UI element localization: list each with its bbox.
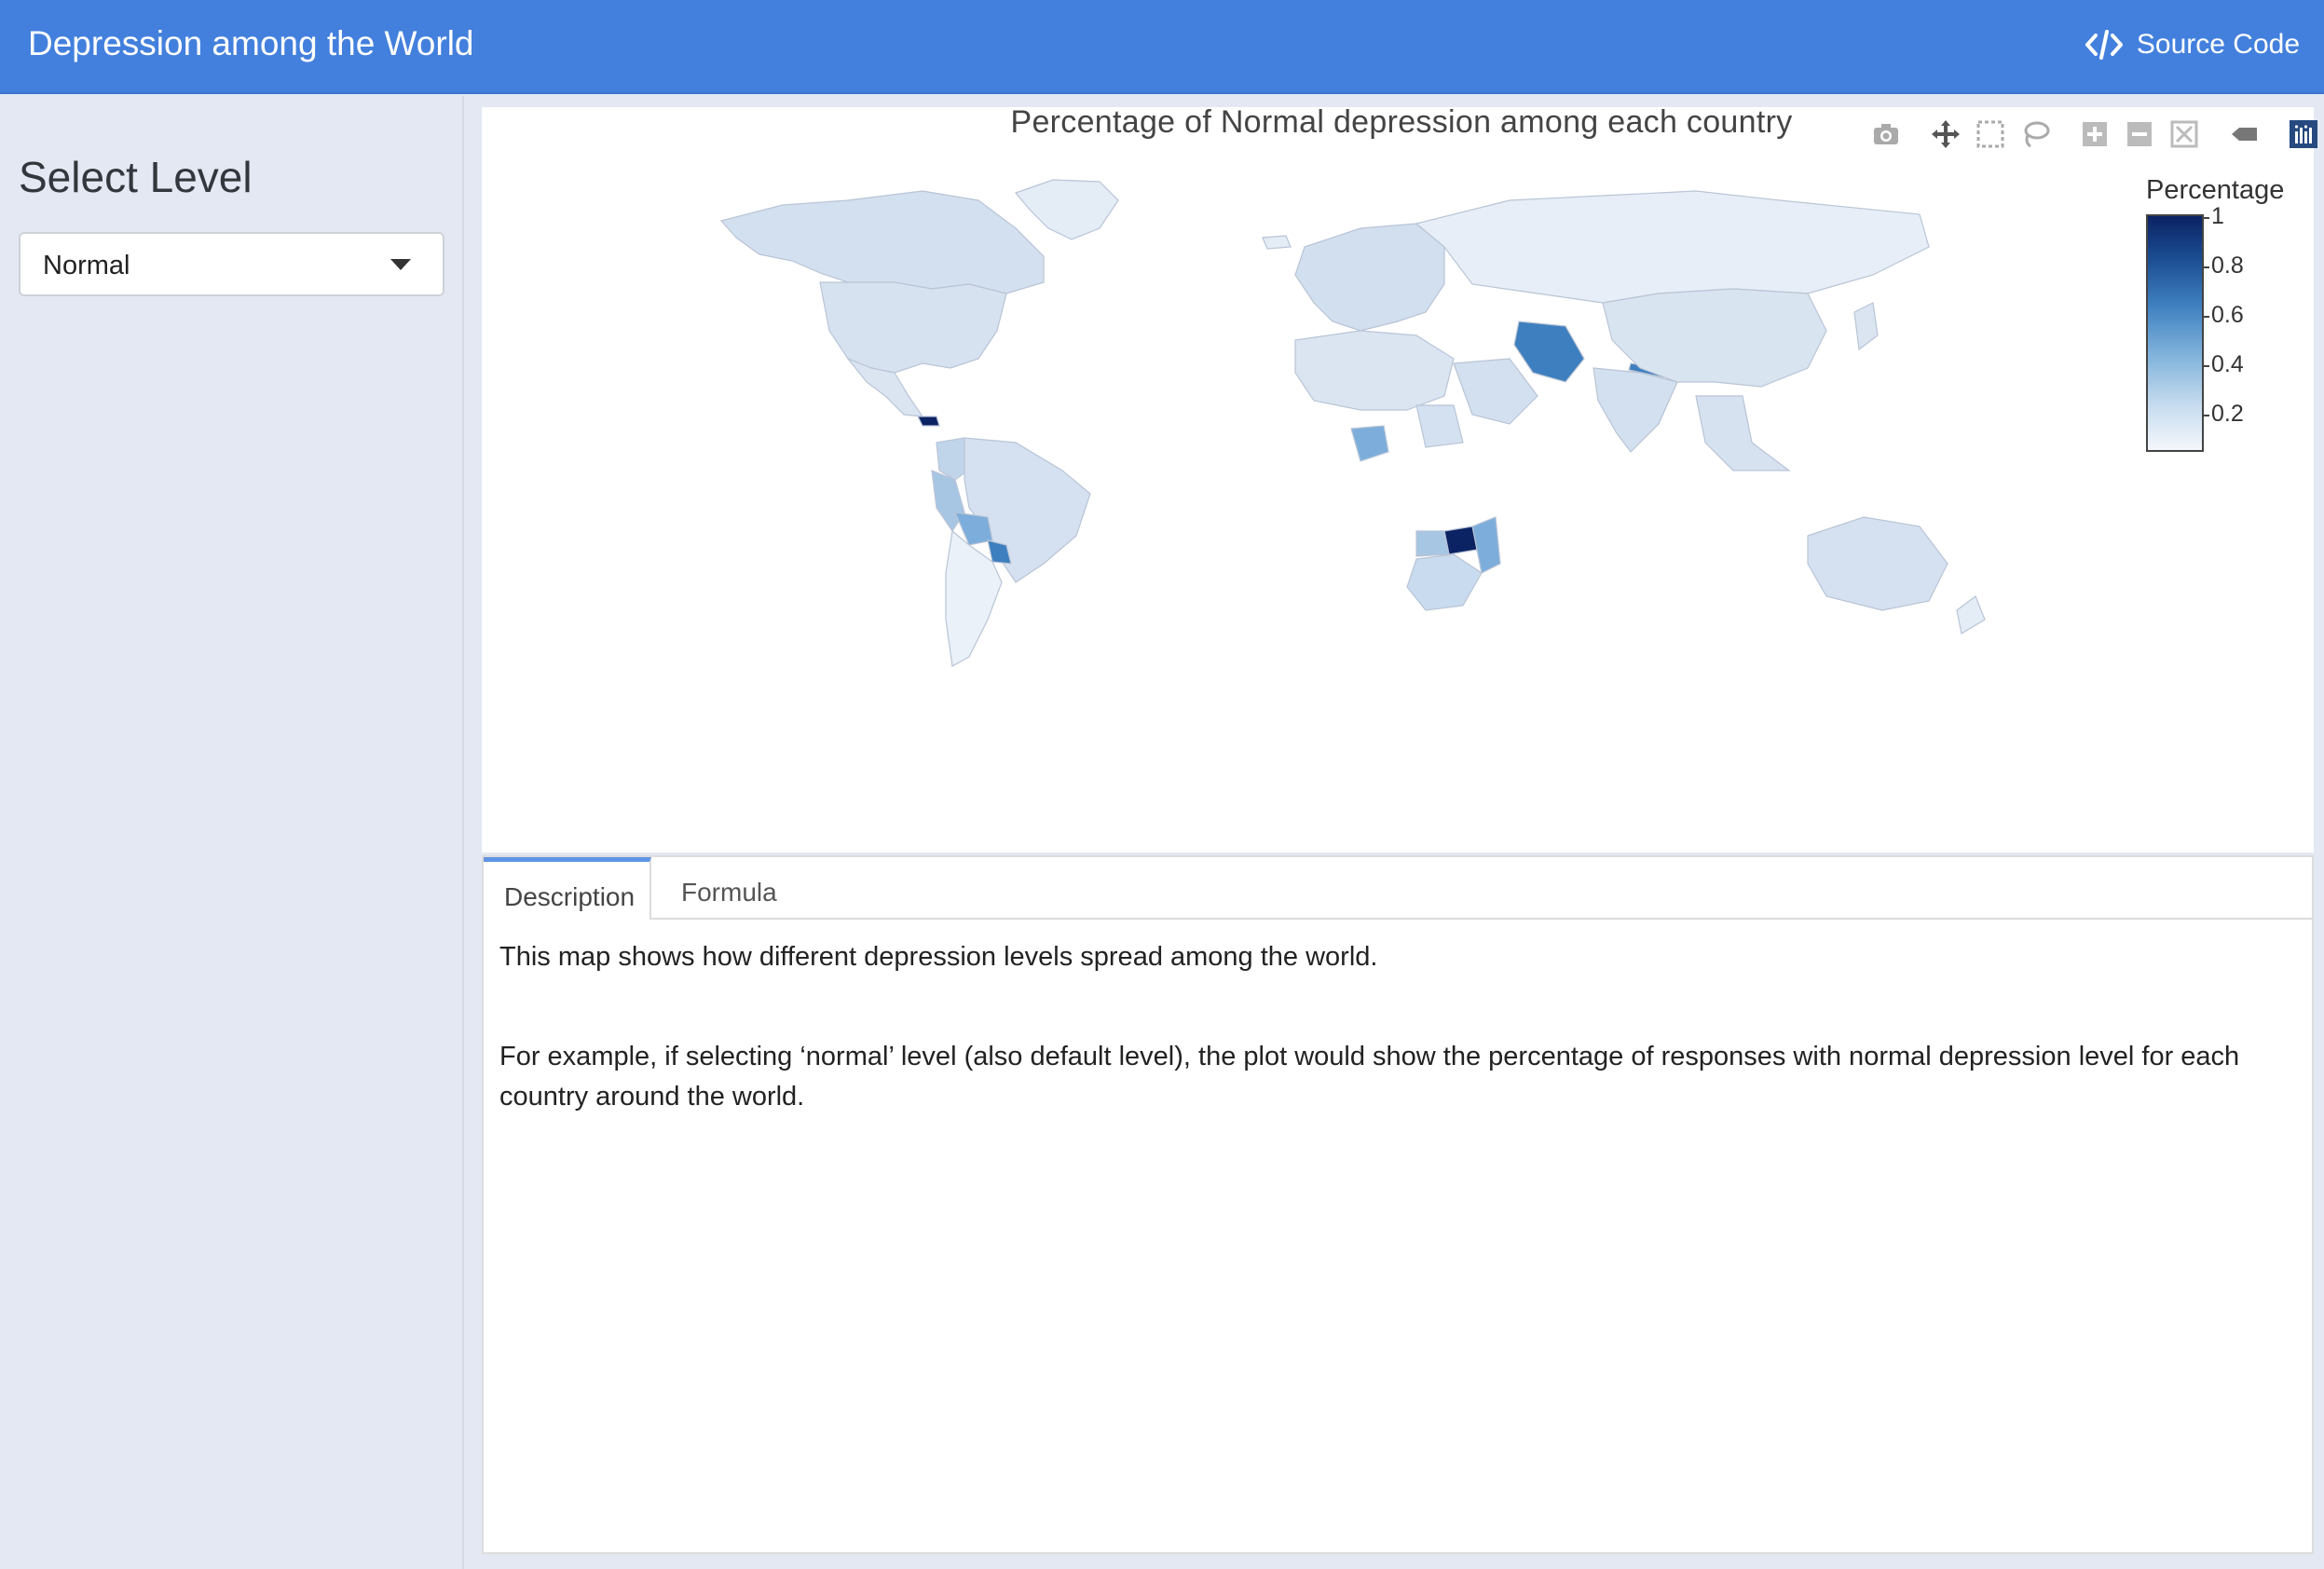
- chevron-down-icon: [390, 259, 411, 270]
- box-select-icon[interactable]: [1973, 116, 2008, 152]
- code-icon: [2085, 30, 2123, 60]
- country-iran[interactable]: [1513, 321, 1585, 383]
- tab-description[interactable]: Description: [484, 857, 651, 920]
- hover-icon[interactable]: [2226, 116, 2262, 152]
- country-se-asia[interactable]: [1695, 395, 1791, 471]
- country-saudi-region[interactable]: [1453, 358, 1538, 425]
- tab-bar: Description Formula: [484, 857, 2312, 920]
- description-paragraph-2: For example, if selecting ‘normal’ level…: [499, 1042, 2240, 1112]
- tab-formula[interactable]: Formula: [661, 857, 798, 920]
- app-title: Depression among the World: [28, 24, 474, 62]
- level-select[interactable]: Normal: [19, 232, 444, 296]
- country-india[interactable]: [1593, 367, 1678, 453]
- source-code-link[interactable]: Source Code: [2085, 28, 2300, 61]
- country-north-africa[interactable]: [1294, 330, 1455, 411]
- country-zimbabwe[interactable]: [1443, 525, 1478, 555]
- country-iceland[interactable]: [1262, 235, 1292, 250]
- colorbar-tick-1: 1: [2211, 203, 2224, 229]
- country-australia[interactable]: [1807, 516, 1948, 611]
- colorbar-tickmark: [2204, 415, 2209, 416]
- lasso-icon[interactable]: [2017, 116, 2053, 152]
- country-greenland[interactable]: [1014, 179, 1119, 240]
- colorbar-tickmark: [2204, 266, 2209, 268]
- country-sudan[interactable]: [1415, 404, 1464, 448]
- country-canada[interactable]: [719, 190, 1045, 294]
- source-code-label[interactable]: Source Code: [2137, 29, 2300, 61]
- country-nigeria[interactable]: [1350, 425, 1389, 462]
- navbar: Depression among the World Source Code: [0, 0, 2324, 94]
- country-europe[interactable]: [1294, 223, 1445, 332]
- colorbar-tick-0-4: 0.4: [2211, 351, 2244, 377]
- colorbar-title: Percentage: [2146, 175, 2285, 205]
- country-south-africa[interactable]: [1406, 553, 1483, 611]
- country-russia[interactable]: [1415, 190, 1930, 304]
- select-level-heading: Select Level: [19, 153, 253, 201]
- country-honduras[interactable]: [917, 416, 940, 427]
- colorbar-tick-0-8: 0.8: [2211, 252, 2244, 279]
- description-content: This map shows how different depression …: [499, 937, 2298, 1177]
- camera-icon[interactable]: [1868, 116, 1904, 152]
- sidebar: Select Level Normal: [0, 96, 464, 1569]
- tabs-panel: Description Formula This map shows how d…: [482, 855, 2314, 1554]
- zoom-in-icon[interactable]: [2077, 116, 2112, 152]
- level-select-value: Normal: [43, 251, 130, 280]
- autoscale-icon[interactable]: [2167, 116, 2202, 152]
- colorbar-tickmark: [2204, 316, 2209, 318]
- country-japan[interactable]: [1853, 302, 1879, 351]
- zoom-out-icon[interactable]: [2122, 116, 2157, 152]
- colorbar-tick-0-2: 0.2: [2211, 401, 2244, 427]
- plotly-logo-icon[interactable]: [2286, 116, 2321, 152]
- country-new-zealand[interactable]: [1956, 595, 1986, 634]
- colorbar-tickmark: [2204, 217, 2209, 219]
- colorbar: [2146, 214, 2204, 452]
- choropleth-map[interactable]: [708, 172, 1994, 675]
- pan-icon[interactable]: [1928, 116, 1963, 152]
- colorbar-tick-0-6: 0.6: [2211, 302, 2244, 328]
- country-zambia-region[interactable]: [1415, 530, 1450, 557]
- colorbar-tickmark: [2204, 365, 2209, 367]
- description-paragraph-1: This map shows how different depression …: [499, 942, 1378, 972]
